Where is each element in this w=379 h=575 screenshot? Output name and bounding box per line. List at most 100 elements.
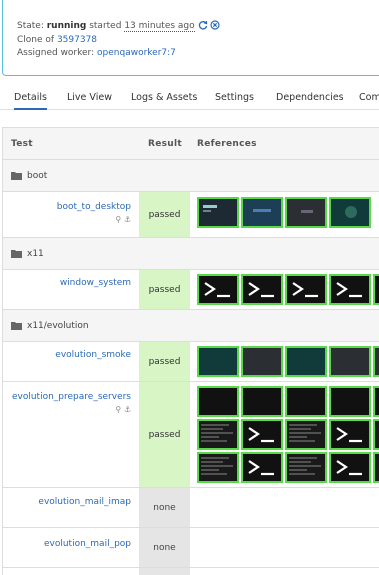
started-label: started [89,21,122,31]
screenshot-thumbnail[interactable] [197,452,239,483]
test-name-link[interactable]: evolution_mail_imap [38,497,131,507]
clone-line: Clone of 3597378 [17,35,97,45]
state-label: State: [17,21,44,31]
tab-details[interactable]: Details [14,86,47,110]
job-info-panel: State: running started 13 minutes ago Cl… [2,0,379,76]
result-cell: none [139,528,190,567]
job-details-page: State: running started 13 minutes ago Cl… [0,0,379,575]
table-row: evolution_mail_pop none [3,528,379,568]
terminal-prompt-glyph [336,282,362,298]
table-row: evolution_mail_imap none [3,488,379,528]
table-row: window_system passed [3,270,379,310]
screenshot-thumbnail[interactable] [329,386,371,417]
terminal-prompt-glyph [292,282,318,298]
screenshot-thumbnail[interactable] [285,346,327,377]
screenshot-thumbnail[interactable] [373,386,379,417]
result-cell: none [139,488,190,527]
folder-icon [11,172,22,180]
terminal-icon[interactable] [241,274,283,305]
worker-label: Assigned worker: [17,48,95,58]
test-flags: ⚲ ⚓ [115,215,131,224]
table-row [3,568,379,575]
screenshot-thumbnail[interactable] [285,452,327,483]
tab-settings[interactable]: Settings [215,86,254,110]
screenshot-thumbnail[interactable] [373,419,379,450]
state-value: running [46,21,87,31]
terminal-icon[interactable] [197,274,239,305]
desktop-preview [199,199,237,226]
terminal-icon[interactable] [373,274,379,305]
screenshot-thumbnail[interactable] [197,346,239,377]
terminal-icon[interactable] [285,274,327,305]
screenshot-thumbnail[interactable] [197,197,239,228]
folder-icon [11,250,22,258]
clone-label: Clone of [17,35,55,45]
table-row: evolution_smoke passed [3,342,379,382]
terminal-icon[interactable] [329,274,371,305]
screenshot-thumbnail[interactable] [329,197,371,228]
test-name-link[interactable]: evolution_mail_pop [44,539,131,549]
job-tabs: Details Live View Logs & Assets Settings… [0,86,379,110]
header-references[interactable]: References [197,128,257,160]
test-name-link[interactable]: window_system [60,278,131,288]
pin-icon: ⚲ [115,405,122,414]
terminal-prompt-glyph [336,427,362,443]
table-row: evolution_prepare_servers ⚲ ⚓ passed [3,382,379,488]
screenshot-thumbnail[interactable] [285,419,327,450]
group-label: x11/evolution [27,321,89,331]
test-flags: ⚲ ⚓ [115,405,131,414]
result-cell: passed [139,192,190,237]
restart-icon[interactable] [198,20,208,33]
header-test[interactable]: Test [11,128,33,160]
tab-comments[interactable]: Com [359,86,379,110]
screenshot-thumbnail[interactable] [241,386,283,417]
screenshot-thumbnail[interactable] [197,386,239,417]
screenshot-thumbnail[interactable] [197,419,239,450]
terminal-icon[interactable] [329,419,371,450]
test-name-link[interactable]: evolution_prepare_servers [12,392,131,402]
header-result[interactable]: Result [148,128,182,160]
folder-icon [11,322,22,330]
group-row-x11-evolution: x11/evolution [3,310,379,342]
terminal-prompt-glyph [248,282,274,298]
test-name-link[interactable]: evolution_smoke [55,350,131,360]
screenshot-thumbnail[interactable] [241,197,283,228]
screenshot-thumbnail[interactable] [373,452,379,483]
screenshot-thumbnail[interactable] [285,386,327,417]
result-cell: passed [139,382,190,487]
group-label: boot [27,171,48,181]
tab-live-view[interactable]: Live View [67,86,112,110]
result-cell [139,568,190,575]
console-text-preview [201,457,233,475]
tab-dependencies[interactable]: Dependencies [276,86,344,110]
screenshot-thumbnail[interactable] [373,346,379,377]
desktop-preview [345,206,357,218]
screenshot-thumbnail[interactable] [329,346,371,377]
cancel-icon[interactable] [210,20,221,33]
table-header: Test Result References [3,128,379,160]
screenshot-thumbnail[interactable] [241,346,283,377]
terminal-icon[interactable] [241,419,283,450]
group-row-boot: boot [3,160,379,192]
clone-link[interactable]: 3597378 [57,35,97,45]
terminal-prompt-glyph [248,460,274,476]
worker-link[interactable]: openqaworker7:7 [97,48,176,58]
worker-line: Assigned worker: openqaworker7:7 [17,48,176,58]
screenshot-thumbnail[interactable] [285,197,327,228]
test-name-link[interactable]: boot_to_desktop [57,202,131,212]
boot-screen-preview [253,209,271,212]
pin-icon: ⚲ [115,215,122,224]
table-row: boot_to_desktop ⚲ ⚓ passed [3,192,379,238]
result-cell: passed [139,270,190,309]
login-screen-preview [301,210,313,213]
job-state-line: State: running started 13 minutes ago [17,20,221,33]
terminal-prompt-glyph [248,427,274,443]
console-text-preview [289,424,321,442]
console-text-preview [289,457,321,475]
console-text-preview [201,424,233,442]
group-row-x11: x11 [3,238,379,270]
tab-logs-assets[interactable]: Logs & Assets [131,86,197,110]
terminal-icon[interactable] [241,452,283,483]
terminal-prompt-glyph [336,460,362,476]
terminal-icon[interactable] [329,452,371,483]
